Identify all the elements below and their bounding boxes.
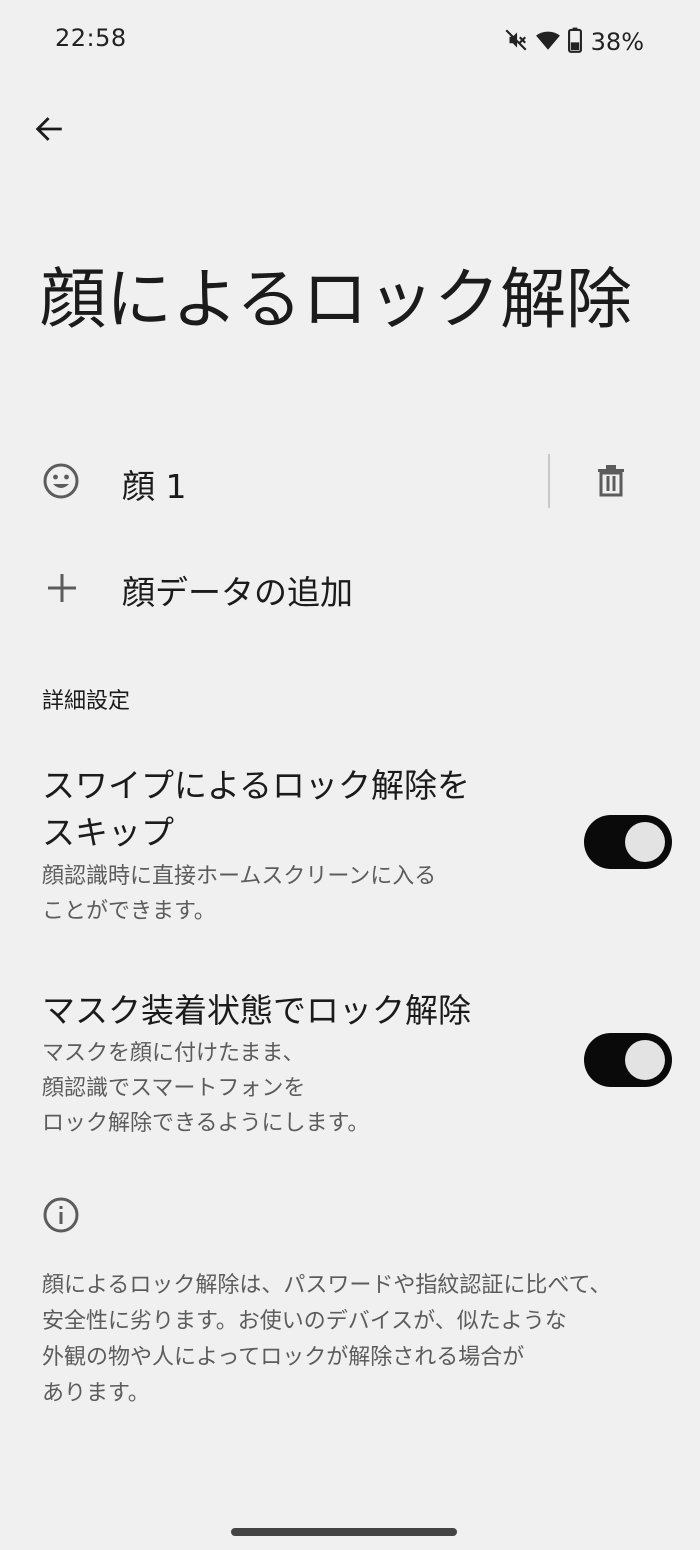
page-title: 顔によるロック解除 [40, 261, 633, 338]
face-icon [42, 462, 80, 500]
switch-thumb [625, 822, 665, 862]
switch-thumb [625, 1040, 665, 1080]
add-face-label: 顔データの追加 [122, 573, 353, 612]
mute-icon [503, 27, 529, 57]
face-item-label: 顔 1 [122, 467, 187, 506]
back-button[interactable] [26, 106, 72, 152]
mask-unlock-switch[interactable] [584, 1033, 672, 1087]
mask-unlock-setting-row[interactable]: マスク装着状態でロック解除 マスクを顔に付けたまま、 顔認識でスマートフォンを … [0, 984, 700, 1144]
plus-icon [42, 568, 82, 608]
mask-unlock-summary: マスクを顔に付けたまま、 顔認識でスマートフォンを ロック解除できるようにします… [42, 1041, 370, 1136]
mask-unlock-title: マスク装着状態でロック解除 [42, 991, 471, 1030]
divider [548, 454, 550, 508]
skip-swipe-title: スワイプによるロック解除を スキップ [42, 766, 471, 852]
status-icons: 38% [503, 26, 644, 58]
battery-percent: 38% [590, 28, 644, 56]
gesture-nav-handle[interactable] [231, 1528, 457, 1536]
arrow-left-icon [35, 117, 62, 141]
battery-icon [567, 27, 583, 57]
security-notice: 顔によるロック解除は、パスワードや指紋認証に比べて、 安全性に劣ります。お使いの… [42, 1273, 612, 1406]
trash-icon [598, 465, 624, 497]
skip-swipe-setting-row[interactable]: スワイプによるロック解除を スキップ 顔認識時に直接ホームスクリーンに入る こと… [0, 756, 700, 936]
skip-swipe-switch[interactable] [584, 815, 672, 869]
section-header-advanced: 詳細設定 [42, 689, 131, 714]
status-time: 22:58 [55, 24, 127, 52]
delete-face-button[interactable] [588, 458, 634, 504]
info-icon [42, 1196, 80, 1234]
wifi-icon [535, 27, 561, 57]
add-face-button[interactable]: 顔データの追加 [0, 540, 700, 636]
skip-swipe-summary: 顔認識時に直接ホームスクリーンに入る ことができます。 [42, 864, 437, 924]
face-item-row[interactable]: 顔 1 [0, 430, 700, 534]
